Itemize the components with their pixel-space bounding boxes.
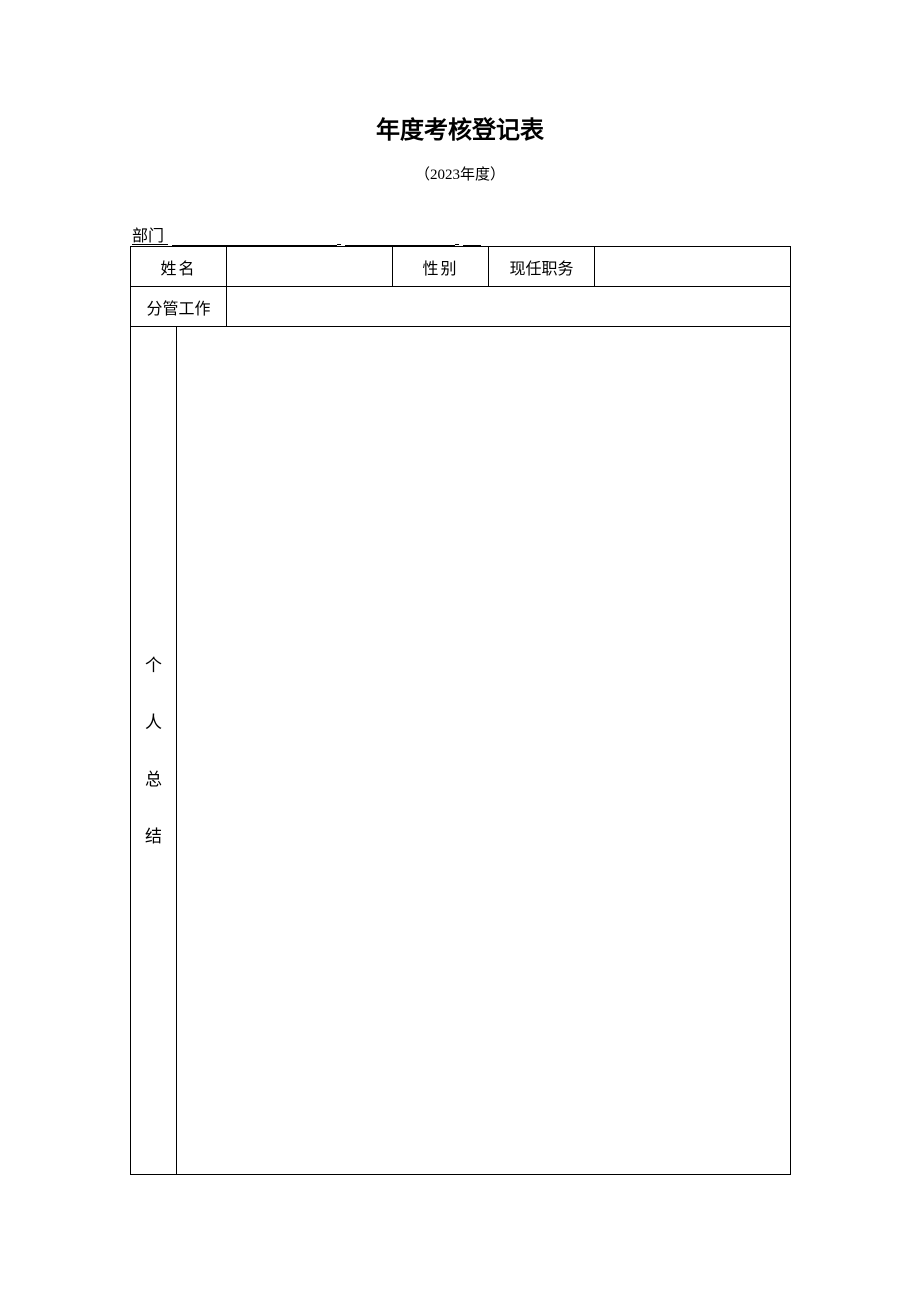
in-charge-value — [227, 287, 791, 327]
summary-char-2: 人 — [131, 714, 176, 731]
gender-label: 性别 — [393, 247, 489, 287]
summary-char-1: 个 — [131, 657, 176, 674]
department-blank-1 — [172, 230, 337, 246]
name-label: 姓名 — [131, 247, 227, 287]
row-basic-info: 姓名 性别 现任职务 — [131, 247, 791, 287]
position-value — [595, 247, 791, 287]
department-blank-2 — [345, 230, 455, 246]
document-year: （2023年度） — [130, 163, 790, 184]
document-page: 年度考核登记表 （2023年度） 部门 姓名 性别 现任职务 分管工作 — [0, 0, 920, 1175]
department-blank-3 — [463, 230, 481, 246]
summary-char-4: 结 — [131, 828, 176, 845]
position-label: 现任职务 — [489, 247, 595, 287]
department-label: 部门 — [132, 228, 164, 245]
summary-char-3: 总 — [131, 771, 176, 788]
name-value — [227, 247, 393, 287]
personal-summary-label: 个 人 总 结 — [131, 327, 177, 1175]
personal-summary-content — [177, 327, 791, 1175]
in-charge-label: 分管工作 — [131, 287, 227, 327]
assessment-form-table: 姓名 性别 现任职务 分管工作 个 人 总 结 — [130, 246, 791, 1175]
department-line: 部门 — [130, 222, 790, 246]
row-personal-summary: 个 人 总 结 — [131, 327, 791, 1175]
document-title: 年度考核登记表 — [130, 110, 790, 145]
row-in-charge: 分管工作 — [131, 287, 791, 327]
